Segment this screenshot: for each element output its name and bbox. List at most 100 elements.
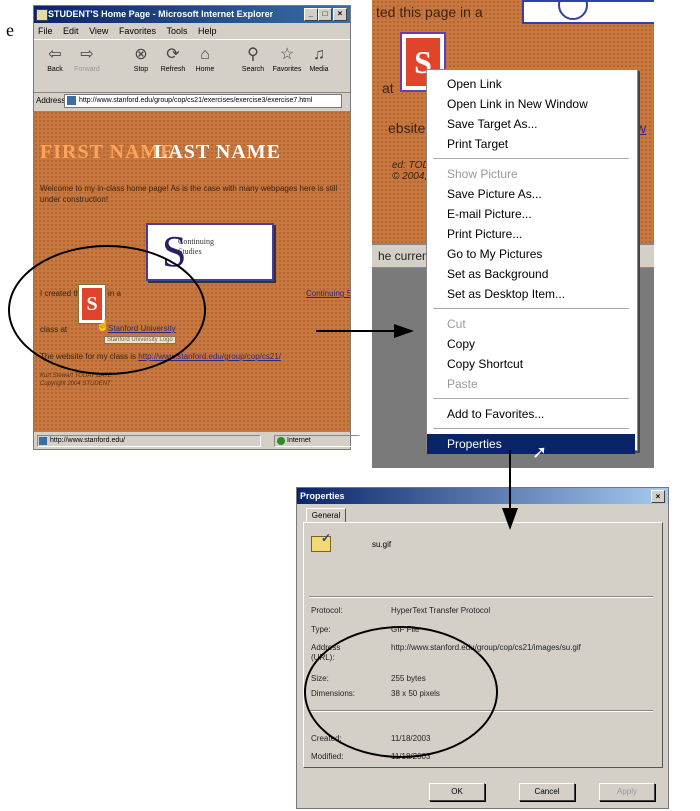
menu-item-add-to-favorites[interactable]: Add to Favorites... <box>427 404 635 424</box>
menu-item-e-mail-picture[interactable]: E-mail Picture... <box>427 204 635 224</box>
protocol-value: HyperText Transfer Protocol <box>391 606 491 615</box>
menu-edit[interactable]: Edit <box>59 23 83 39</box>
cs-logo-line1: Continuing <box>178 237 215 246</box>
menu-separator <box>433 428 629 429</box>
page-icon <box>67 96 76 105</box>
favorites-label: Favorites <box>272 66 302 73</box>
protocol-label: Protocol: <box>311 606 343 615</box>
continuing-studies-link[interactable]: Continuing Studies <box>306 288 350 299</box>
internet-globe-icon <box>277 437 285 445</box>
context-menu: Open Link Open Link in New Window Save Tar… <box>426 69 638 454</box>
tab-general[interactable]: General <box>306 508 346 523</box>
modified-label: Modified: <box>311 752 344 761</box>
media-button[interactable]: ♫ Media <box>304 44 334 73</box>
arrow-right-icon <box>394 324 414 338</box>
minimize-button[interactable]: _ <box>304 8 318 21</box>
media-label: Media <box>309 66 329 73</box>
page-text-fragment: ebsite <box>388 120 426 136</box>
stop-label: Stop <box>133 66 149 73</box>
checkmark-icon: ✓ <box>321 531 332 545</box>
arrow-cursor-icon: ➚ <box>532 442 548 462</box>
menu-item-open-link-in-new-window[interactable]: Open Link in New Window <box>427 94 635 114</box>
ok-button[interactable]: OK <box>429 783 485 801</box>
maximize-button[interactable]: □ <box>318 8 332 21</box>
favorites-icon: ☆ <box>279 46 295 63</box>
ie-toolbar: ⇦ Back ⇨ Forward ⊗ Stop ⟳ Refresh ⌂ Home ⚲ Sea… <box>34 39 350 93</box>
menu-item-print-target[interactable]: Print Target <box>427 134 635 154</box>
highlight-ellipse-properties <box>304 626 498 758</box>
search-button[interactable]: ⚲ Search <box>238 44 268 73</box>
status-url: http://www.stanford.edu/ <box>37 435 261 447</box>
context-menu-screenshot: ted this page in a S at ebsite ed: TODA ©… <box>372 0 654 468</box>
file-name: su.gif <box>372 540 392 549</box>
dialog-title-bar: Properties × <box>297 488 668 504</box>
stop-button[interactable]: ⊗ Stop <box>126 44 156 73</box>
welcome-text: Welcome to my in-class home page! As is … <box>40 184 338 204</box>
copyright-line: Copyright 2004 STUDENT <box>40 381 111 387</box>
address-input[interactable]: http://www.stanford.edu/group/cop/cs21/e… <box>64 94 342 108</box>
type-label: Type: <box>311 625 331 634</box>
menu-item-save-picture-as[interactable]: Save Picture As... <box>427 184 635 204</box>
menu-item-copy[interactable]: Copy <box>427 334 635 354</box>
back-button[interactable]: ⇦ Back <box>40 44 70 73</box>
status-zone-text: Internet <box>287 437 311 444</box>
gif-file-icon: ✓ <box>311 531 331 552</box>
menu-separator <box>433 158 629 159</box>
refresh-button[interactable]: ⟳ Refresh <box>158 44 188 73</box>
status-bar: http://www.stanford.edu/ Internet <box>34 431 360 449</box>
address-value: http://www.stanford.edu/group/cop/cs21/e… <box>79 97 313 104</box>
forward-button[interactable]: ⇨ Forward <box>72 44 102 73</box>
address-bar: Address http://www.stanford.edu/group/co… <box>34 92 350 110</box>
menu-separator <box>433 398 629 399</box>
menu-help[interactable]: Help <box>194 23 221 39</box>
menu-tools[interactable]: Tools <box>162 23 191 39</box>
forward-icon: ⇨ <box>80 46 94 63</box>
home-icon: ⌂ <box>200 46 210 63</box>
highlight-ellipse-logo <box>8 245 206 375</box>
menu-item-paste[interactable]: Paste <box>427 374 635 394</box>
menu-item-set-as-desktop-item[interactable]: Set as Desktop Item... <box>427 284 635 304</box>
home-label: Home <box>195 66 215 73</box>
menu-item-copy-shortcut[interactable]: Copy Shortcut <box>427 354 635 374</box>
menu-item-go-to-my-pictures[interactable]: Go to My Pictures <box>427 244 635 264</box>
menu-favorites[interactable]: Favorites <box>115 23 160 39</box>
cancel-button[interactable]: Cancel <box>519 783 575 801</box>
home-button[interactable]: ⌂ Home <box>190 44 220 73</box>
menu-item-cut[interactable]: Cut <box>427 314 635 334</box>
menu-item-print-picture[interactable]: Print Picture... <box>427 224 635 244</box>
menu-item-properties[interactable]: Properties <box>427 434 635 454</box>
refresh-icon: ⟳ <box>166 46 180 63</box>
favorites-button[interactable]: ☆ Favorites <box>272 44 302 73</box>
menu-view[interactable]: View <box>85 23 112 39</box>
status-text-fragment: he curren <box>378 249 429 263</box>
page-icon <box>39 437 47 445</box>
stop-icon: ⊗ <box>134 46 148 63</box>
search-label: Search <box>241 66 265 73</box>
dialog-close-button[interactable]: × <box>651 490 665 503</box>
arrow-down-icon <box>502 508 518 530</box>
page-text-fragment: at <box>382 80 394 96</box>
back-label: Back <box>47 66 63 73</box>
menu-item-show-picture[interactable]: Show Picture <box>427 164 635 184</box>
search-icon: ⚲ <box>247 46 259 63</box>
apply-button[interactable]: Apply <box>599 783 655 801</box>
ie-browser-window: STUDENT'S Home Page - Microsoft Internet… <box>33 5 360 450</box>
dialog-title: Properties <box>300 491 345 501</box>
menu-item-set-as-background[interactable]: Set as Background <box>427 264 635 284</box>
arrow-right-shaft <box>316 330 396 332</box>
last-name-heading: LAST NAME <box>154 141 281 163</box>
divider <box>309 596 653 598</box>
page-text-fragment: ted this page in a <box>376 4 483 20</box>
menu-item-open-link[interactable]: Open Link <box>427 74 635 94</box>
ie-app-icon <box>36 9 48 21</box>
menu-file[interactable]: File <box>34 23 57 39</box>
ie-menu-bar: File Edit View Favorites Tools Help <box>34 23 350 39</box>
close-button[interactable]: × <box>333 8 347 21</box>
menu-item-save-target-as[interactable]: Save Target As... <box>427 114 635 134</box>
menu-separator <box>433 308 629 309</box>
partial-text-fragment: e <box>6 20 14 40</box>
arrow-down-shaft <box>509 450 511 510</box>
cs-logo-line2: Studies <box>178 247 202 256</box>
forward-label: Forward <box>74 66 100 73</box>
ie-title-bar: STUDENT'S Home Page - Microsoft Internet… <box>34 6 350 23</box>
